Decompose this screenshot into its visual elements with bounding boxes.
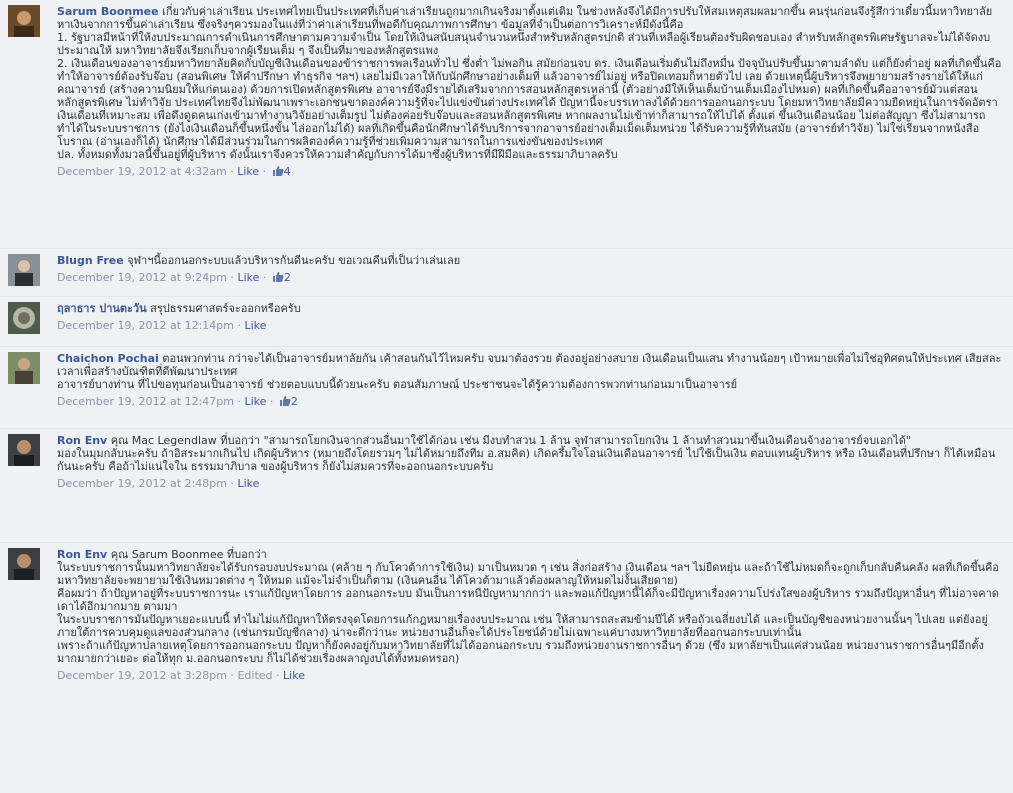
like-button[interactable]: Like: [283, 669, 305, 682]
comment-paragraph: อาจารย์บางท่าน ที่ไปขอทุนก่อนเป็นอาจารย์…: [57, 378, 738, 391]
comment-paragraph: สรุปธรรมศาสตร์จะออกหรือครับ: [150, 302, 301, 315]
comment-paragraph: เกี่ยวกับค่าเล่าเรียน ประเทศไทยเป็นประเท…: [57, 5, 993, 31]
comment-date[interactable]: December 19, 2012 at 12:47pm: [57, 395, 234, 408]
comment-meta: December 19, 2012 at 12:14pm · Like: [57, 319, 267, 332]
like-count-value: 2: [290, 395, 298, 408]
comment-text: Blugn Free จุฬาฯนี้ออกนอกระบบแล้วบริหารก…: [57, 254, 1007, 267]
thumbs-up-icon: [272, 272, 284, 282]
comment-meta: December 19, 2012 at 9:24pm · Like · 2: [57, 271, 291, 284]
edited-label[interactable]: Edited: [237, 669, 272, 682]
comment-content: ฤลาธาร ปานตะวัน สรุปธรรมศาสตร์จะออกหรือค…: [57, 302, 1007, 332]
avatar[interactable]: [8, 302, 40, 334]
avatar[interactable]: [8, 5, 40, 37]
comment-date[interactable]: December 19, 2012 at 2:48pm: [57, 477, 227, 490]
comment-date[interactable]: December 19, 2012 at 4:32am: [57, 165, 227, 178]
comment-text: Ron Env คุณ Sarum Boonmee ที่บอกว่า: [57, 548, 1007, 561]
thumbs-up-icon: [272, 166, 284, 176]
comment-meta: December 19, 2012 at 4:32am · Like · 4: [57, 165, 291, 178]
comment-date[interactable]: December 19, 2012 at 3:28pm: [57, 669, 227, 682]
comment-text: ฤลาธาร ปานตะวัน สรุปธรรมศาสตร์จะออกหรือค…: [57, 302, 1007, 315]
comment-paragraph: ตอนพวกท่าน กว่าจะได้เป็นอาจารย์มหาลัยกัน…: [57, 352, 1002, 378]
like-count[interactable]: 2: [270, 271, 291, 284]
avatar-photo: [8, 5, 40, 37]
comment-item: ฤลาธาร ปานตะวัน สรุปธรรมศาสตร์จะออกหรือค…: [0, 296, 1013, 346]
comment-paragraph: 2. เงินเดือนของอาจารย์มหาวิทยาลัยคิดกับบ…: [57, 57, 1002, 148]
comment-content: Blugn Free จุฬาฯนี้ออกนอกระบบแล้วบริหารก…: [57, 254, 1007, 284]
comment-text: Chaichon Pochai ตอนพวกท่าน กว่าจะได้เป็น…: [57, 352, 1007, 378]
comment-paragraph: ในระบบราชการนั้นมหาวิทยาลัยจะได้รับกรอบง…: [57, 561, 999, 587]
like-button[interactable]: Like: [237, 165, 259, 178]
comment-author[interactable]: Chaichon Pochai: [57, 352, 159, 365]
comment-date[interactable]: December 19, 2012 at 9:24pm: [57, 271, 227, 284]
avatar[interactable]: [8, 352, 40, 384]
comment-author[interactable]: Ron Env: [57, 434, 107, 447]
comment-item: Ron Env คุณ Sarum Boonmee ที่บอกว่า ในระ…: [0, 542, 1013, 793]
comment-paragraph: คุณ Sarum Boonmee ที่บอกว่า: [110, 548, 267, 561]
comment-author[interactable]: Ron Env: [57, 548, 107, 561]
comment-author[interactable]: ฤลาธาร ปานตะวัน: [57, 302, 147, 315]
comment-paragraph: คุณ Mac Legendlaw ที่บอกว่า "สามารถโยกเง…: [110, 434, 911, 447]
comment-paragraph: ในระบบราชการมันปัญหาเยอะแบบนี้ ทำไมไม่แก…: [57, 613, 988, 639]
comment-paragraph: คือผมว่า ถ้าปัญหาอยู่ที่ระบบราชการนะ เรา…: [57, 587, 999, 613]
like-count-value: 2: [283, 271, 291, 284]
comment-paragraph: จุฬาฯนี้ออกนอกระบบแล้วบริหารกันดีนะครับ …: [127, 254, 461, 267]
avatar-photo: [8, 352, 40, 384]
comment-item: Chaichon Pochai ตอนพวกท่าน กว่าจะได้เป็น…: [0, 346, 1013, 428]
like-button[interactable]: Like: [244, 395, 266, 408]
comment-item: Blugn Free จุฬาฯนี้ออกนอกระบบแล้วบริหารก…: [0, 248, 1013, 296]
comment-text: Sarum Boonmee เกี่ยวกับค่าเล่าเรียน ประเ…: [57, 5, 1007, 31]
like-button[interactable]: Like: [237, 477, 259, 490]
comment-content: Sarum Boonmee เกี่ยวกับค่าเล่าเรียน ประเ…: [57, 5, 1007, 178]
comment-item: Sarum Boonmee เกี่ยวกับค่าเล่าเรียน ประเ…: [0, 0, 1013, 248]
comment-meta: December 19, 2012 at 2:48pm · Like: [57, 477, 260, 490]
avatar-photo: [8, 302, 40, 334]
like-count[interactable]: 4: [270, 165, 291, 178]
comment-text: Ron Env คุณ Mac Legendlaw ที่บอกว่า "สาม…: [57, 434, 1007, 447]
like-button[interactable]: Like: [244, 319, 266, 332]
comment-date[interactable]: December 19, 2012 at 12:14pm: [57, 319, 234, 332]
comment-content: Chaichon Pochai ตอนพวกท่าน กว่าจะได้เป็น…: [57, 352, 1007, 408]
comment-content: Ron Env คุณ Mac Legendlaw ที่บอกว่า "สาม…: [57, 434, 1007, 490]
comment-meta: December 19, 2012 at 12:47pm · Like · 2: [57, 395, 298, 408]
comment-author[interactable]: Blugn Free: [57, 254, 124, 267]
avatar[interactable]: [8, 434, 40, 466]
comment-paragraph: มองในมุมกลับนะครับ ถ้าอิสระมากเกินไป เกิ…: [57, 447, 996, 473]
comment-paragraph: เพราะถ้าแก้ปัญหาปลายเหตุโดยการออกนอกระบบ…: [57, 639, 984, 665]
comment-paragraph: 1. รัฐบาลมีหน้าที่ให้งบประมาณการดำเนินกา…: [57, 31, 991, 57]
comment-item: Ron Env คุณ Mac Legendlaw ที่บอกว่า "สาม…: [0, 428, 1013, 542]
avatar-photo: [8, 548, 40, 580]
avatar-photo: [8, 254, 40, 286]
comment-content: Ron Env คุณ Sarum Boonmee ที่บอกว่า ในระ…: [57, 548, 1007, 682]
comment-meta: December 19, 2012 at 3:28pm · Edited · L…: [57, 669, 305, 682]
like-count-value: 4: [283, 165, 291, 178]
like-button[interactable]: Like: [237, 271, 259, 284]
comment-paragraph: ปล. ทั้งหมดทั้งมวลนี้ขึ้นอยู่ที่ผู้บริหา…: [57, 148, 618, 161]
avatar-photo: [8, 434, 40, 466]
avatar[interactable]: [8, 548, 40, 580]
like-count[interactable]: 2: [277, 395, 298, 408]
avatar[interactable]: [8, 254, 40, 286]
thumbs-up-icon: [279, 396, 291, 406]
comment-author[interactable]: Sarum Boonmee: [57, 5, 159, 18]
